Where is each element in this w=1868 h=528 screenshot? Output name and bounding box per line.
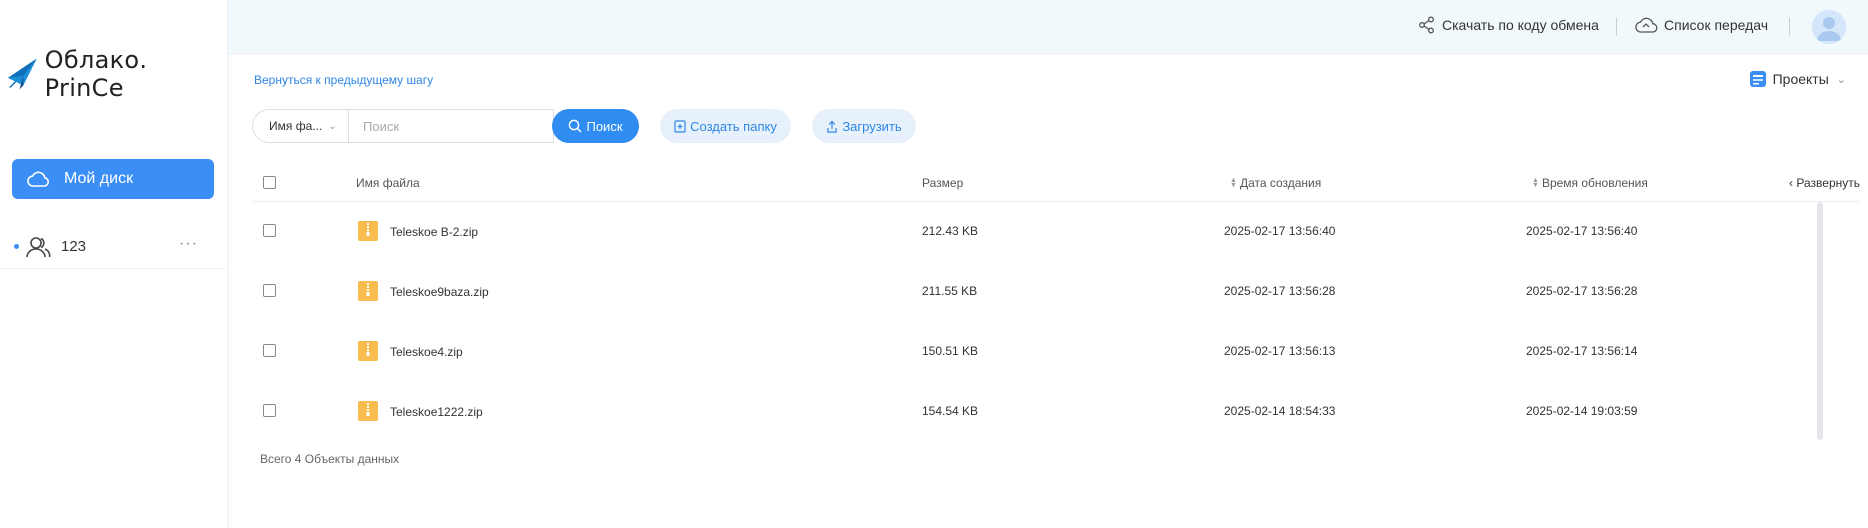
column-header-name[interactable]: Имя файла — [356, 176, 420, 190]
search-field-select-value: Имя фа... — [269, 119, 323, 133]
file-created: 2025-02-17 13:56:40 — [1224, 224, 1336, 238]
sidebar-item-label: Мой диск — [64, 170, 134, 187]
paper-plane-logo-icon — [7, 58, 37, 90]
search-button[interactable]: Поиск — [552, 109, 639, 143]
table-scrollbar[interactable] — [1817, 202, 1823, 440]
download-by-code-button[interactable]: Скачать по коду обмена — [1418, 16, 1599, 34]
cloud-icon — [27, 171, 49, 187]
active-dot — [14, 244, 19, 249]
file-created: 2025-02-17 13:56:28 — [1224, 284, 1336, 298]
file-created: 2025-02-14 18:54:33 — [1224, 404, 1336, 418]
create-folder-button[interactable]: Создать папку — [660, 109, 791, 143]
projects-dropdown[interactable]: Проекты ⌄ — [1749, 70, 1846, 88]
column-header-created-label: Дата создания — [1239, 176, 1322, 190]
logo[interactable]: Облако. PrinCe — [6, 46, 227, 102]
add-file-icon — [674, 119, 686, 133]
projects-label: Проекты — [1772, 71, 1829, 87]
sort-icon: ▲ ▼ — [1532, 177, 1539, 189]
zip-file-icon — [358, 341, 378, 361]
file-size: 212.43 KB — [922, 224, 979, 238]
search-group: Имя фа... ⌄ — [252, 109, 554, 143]
search-button-label: Поиск — [586, 118, 623, 134]
upload-button[interactable]: Загрузить — [812, 109, 916, 143]
logo-text: Облако. PrinCe — [44, 46, 148, 102]
user-avatar-icon — [1812, 10, 1846, 44]
back-link[interactable]: Вернуться к предыдущему шагу — [254, 73, 433, 87]
row-checkbox[interactable] — [263, 284, 276, 297]
sidebar: Облако. PrinCe Мой диск 123 ··· — [0, 0, 228, 528]
file-size: 154.54 KB — [922, 404, 979, 418]
chevron-down-icon: ⌄ — [328, 120, 337, 132]
chevron-left-icon: ‹ — [1789, 176, 1794, 190]
table-row[interactable]: Teleskoe1222.zip 154.54 KB 2025-02-14 18… — [252, 382, 1812, 442]
search-icon — [569, 119, 583, 133]
expand-button[interactable]: ‹ Развернуть — [1789, 176, 1860, 190]
chevron-down-icon: ⌄ — [1836, 73, 1846, 86]
transfer-list-button[interactable]: Список передач — [1634, 16, 1768, 34]
file-updated: 2025-02-14 19:03:59 — [1526, 404, 1638, 418]
table-header: Имя файла Размер ▲ ▼ Дата создания ▲ ▼ Вре… — [252, 168, 1860, 202]
row-checkbox[interactable] — [263, 344, 276, 357]
file-size: 211.55 KB — [922, 284, 978, 298]
upload-label: Загрузить — [842, 118, 902, 134]
select-all-checkbox[interactable] — [263, 176, 276, 189]
search-field-select[interactable]: Имя фа... ⌄ — [252, 109, 348, 143]
total-count: Всего 4 Объекты данных — [260, 452, 400, 466]
file-updated: 2025-02-17 13:56:14 — [1526, 344, 1638, 358]
divider — [1616, 18, 1617, 36]
row-checkbox[interactable] — [263, 224, 276, 237]
file-size: 150.51 KB — [922, 344, 979, 358]
divider — [1789, 18, 1790, 36]
sidebar-item-team[interactable]: 123 ··· — [0, 225, 228, 269]
file-name[interactable]: Teleskoe B-2.zip — [390, 225, 478, 239]
sort-icon: ▲ ▼ — [1230, 177, 1237, 189]
file-name[interactable]: Teleskoe4.zip — [390, 345, 463, 359]
sidebar-item-my-disk[interactable]: Мой диск — [12, 159, 214, 199]
table-row[interactable]: Teleskoe B-2.zip 212.43 KB 2025-02-17 13… — [252, 202, 1812, 262]
more-options-icon[interactable]: ··· — [179, 235, 198, 253]
search-input[interactable] — [348, 109, 554, 143]
avatar[interactable] — [1812, 10, 1846, 44]
file-updated: 2025-02-17 13:56:40 — [1526, 224, 1638, 238]
file-updated: 2025-02-17 13:56:28 — [1526, 284, 1638, 298]
column-header-updated[interactable]: ▲ ▼ Время обновления — [1532, 176, 1648, 190]
share-icon — [1419, 16, 1434, 34]
file-created: 2025-02-17 13:56:13 — [1224, 344, 1336, 358]
column-header-size[interactable]: Размер — [922, 176, 963, 190]
table-row[interactable]: Teleskoe9baza.zip 211.55 KB 2025-02-17 1… — [252, 262, 1812, 322]
upload-icon — [827, 120, 837, 133]
cloud-transfer-icon — [1635, 17, 1658, 33]
file-name[interactable]: Teleskoe1222.zip — [390, 405, 483, 419]
zip-file-icon — [358, 221, 378, 241]
zip-file-icon — [358, 401, 378, 421]
table-row[interactable]: Teleskoe4.zip 150.51 KB 2025-02-17 13:56… — [252, 322, 1812, 382]
column-header-created[interactable]: ▲ ▼ Дата создания — [1230, 176, 1321, 190]
projects-icon — [1749, 71, 1766, 87]
zip-file-icon — [358, 281, 378, 301]
file-name[interactable]: Teleskoe9baza.zip — [390, 285, 489, 299]
row-checkbox[interactable] — [263, 404, 276, 417]
column-header-updated-label: Время обновления — [1541, 176, 1648, 190]
sidebar-item-label: 123 — [61, 238, 87, 255]
expand-label: Развернуть — [1796, 176, 1860, 190]
transfer-list-label: Список передач — [1664, 17, 1769, 33]
download-by-code-label: Скачать по коду обмена — [1442, 17, 1599, 33]
users-icon — [26, 236, 51, 257]
create-folder-label: Создать папку — [690, 118, 777, 134]
topbar: Скачать по коду обмена Список передач — [228, 0, 1868, 54]
